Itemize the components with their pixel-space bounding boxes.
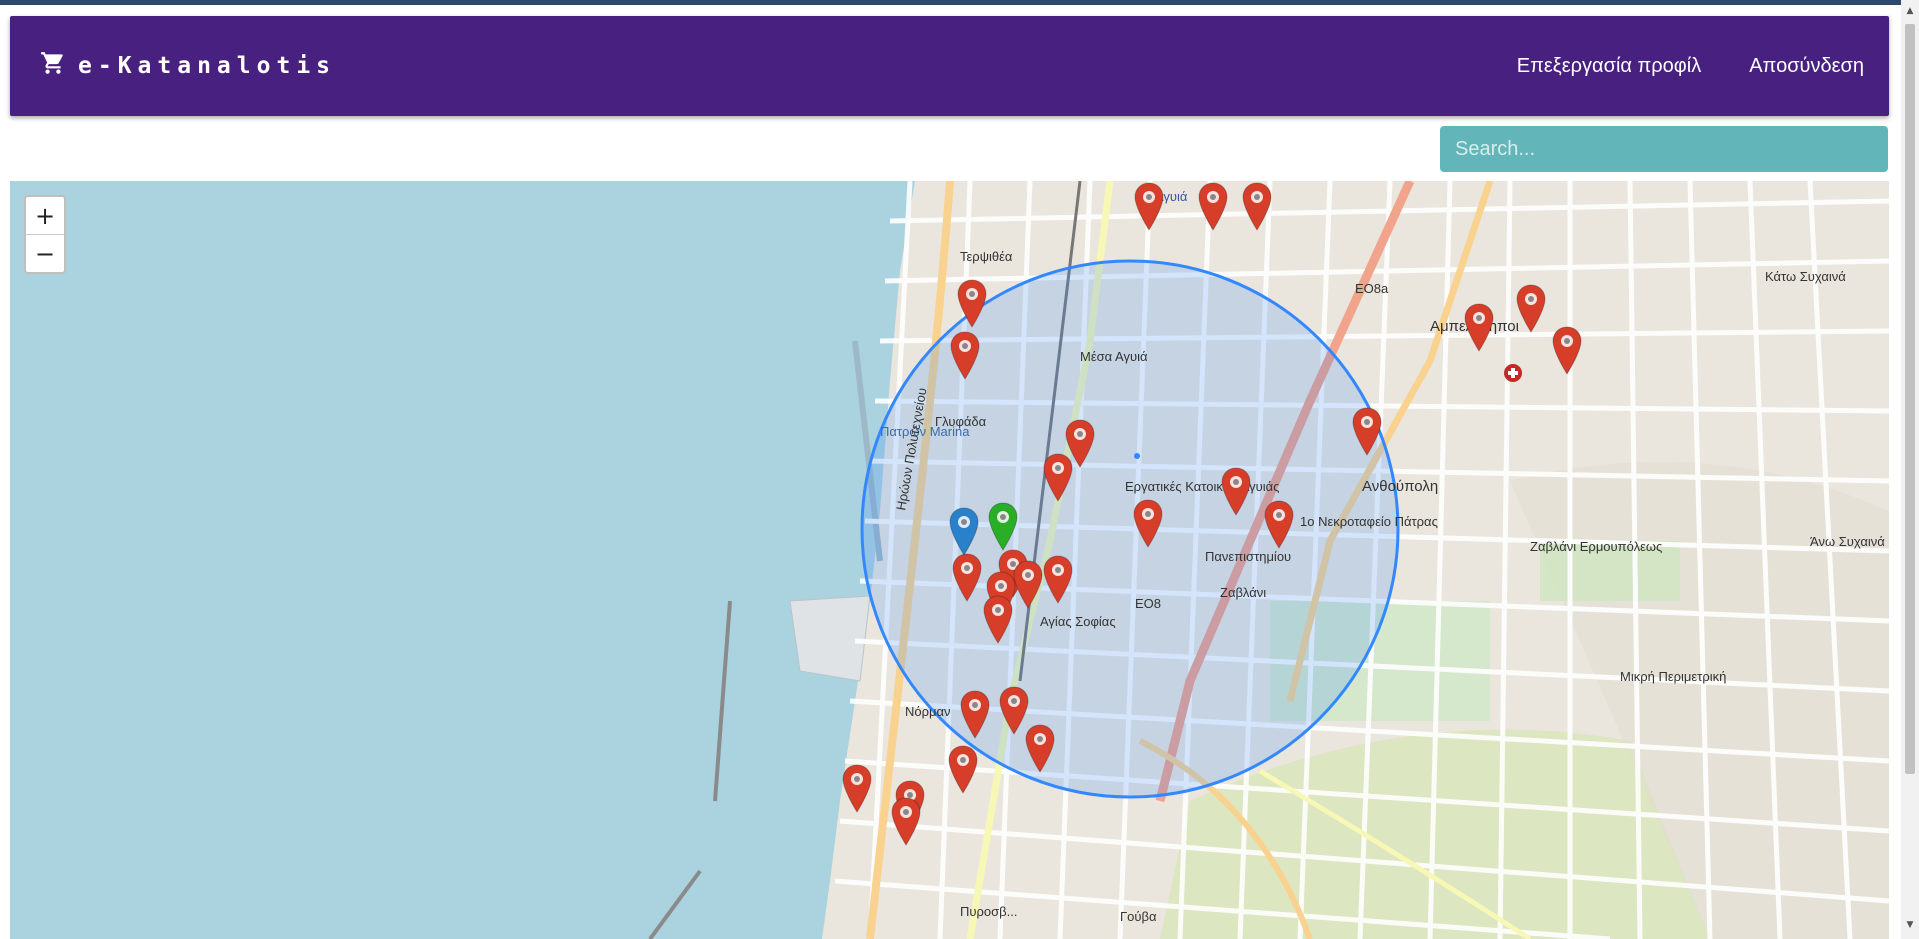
scroll-down-icon[interactable]: ▼ [1904, 918, 1916, 932]
store-marker[interactable] [1551, 325, 1583, 377]
store-marker[interactable] [1197, 181, 1229, 233]
logout-link[interactable]: Αποσύνδεση [1749, 55, 1864, 78]
nav-links: Επεξεργασία προφίλ Αποσύνδεση [1469, 16, 1864, 116]
store-marker[interactable] [1042, 554, 1074, 606]
top-strip [0, 0, 1919, 5]
store-marker[interactable] [1133, 181, 1165, 233]
user-location-marker[interactable] [948, 506, 980, 558]
store-marker[interactable] [1132, 498, 1164, 550]
store-marker[interactable] [1263, 499, 1295, 551]
shopping-cart-icon [40, 50, 78, 82]
store-marker[interactable] [949, 330, 981, 382]
map[interactable]: Αγυιά Τερψιθέα Μέσα Αγυιά Γλυφάδα Πατρών… [10, 181, 1889, 939]
store-marker[interactable] [1042, 452, 1074, 504]
store-marker[interactable] [951, 552, 983, 604]
store-marker[interactable] [1515, 283, 1547, 335]
store-marker[interactable] [1220, 466, 1252, 518]
store-marker[interactable] [956, 278, 988, 330]
store-marker[interactable] [947, 744, 979, 796]
brand[interactable]: e-Katanalotis [40, 16, 336, 116]
scroll-thumb[interactable] [1905, 24, 1915, 774]
zoom-in-button[interactable]: + [26, 197, 64, 234]
store-marker[interactable] [1351, 406, 1383, 458]
store-marker[interactable] [959, 689, 991, 741]
scroll-up-icon[interactable]: ▲ [1904, 4, 1916, 18]
store-marker[interactable] [982, 594, 1014, 646]
store-marker[interactable] [1024, 723, 1056, 775]
scrollbar[interactable]: ▲ ▼ [1901, 0, 1919, 939]
highlighted-store-marker[interactable] [987, 501, 1019, 553]
search-input[interactable] [1440, 126, 1888, 172]
marker-layer [10, 181, 1889, 939]
brand-name: e-Katanalotis [78, 53, 337, 79]
store-marker[interactable] [1463, 302, 1495, 354]
edit-profile-link[interactable]: Επεξεργασία προφίλ [1517, 55, 1701, 78]
store-marker[interactable] [1241, 181, 1273, 233]
store-marker[interactable] [890, 796, 922, 848]
zoom-out-button[interactable]: − [26, 234, 64, 272]
store-marker[interactable] [841, 763, 873, 815]
navbar: e-Katanalotis Επεξεργασία προφίλ Αποσύνδ… [10, 16, 1889, 116]
zoom-control: + − [24, 195, 66, 274]
